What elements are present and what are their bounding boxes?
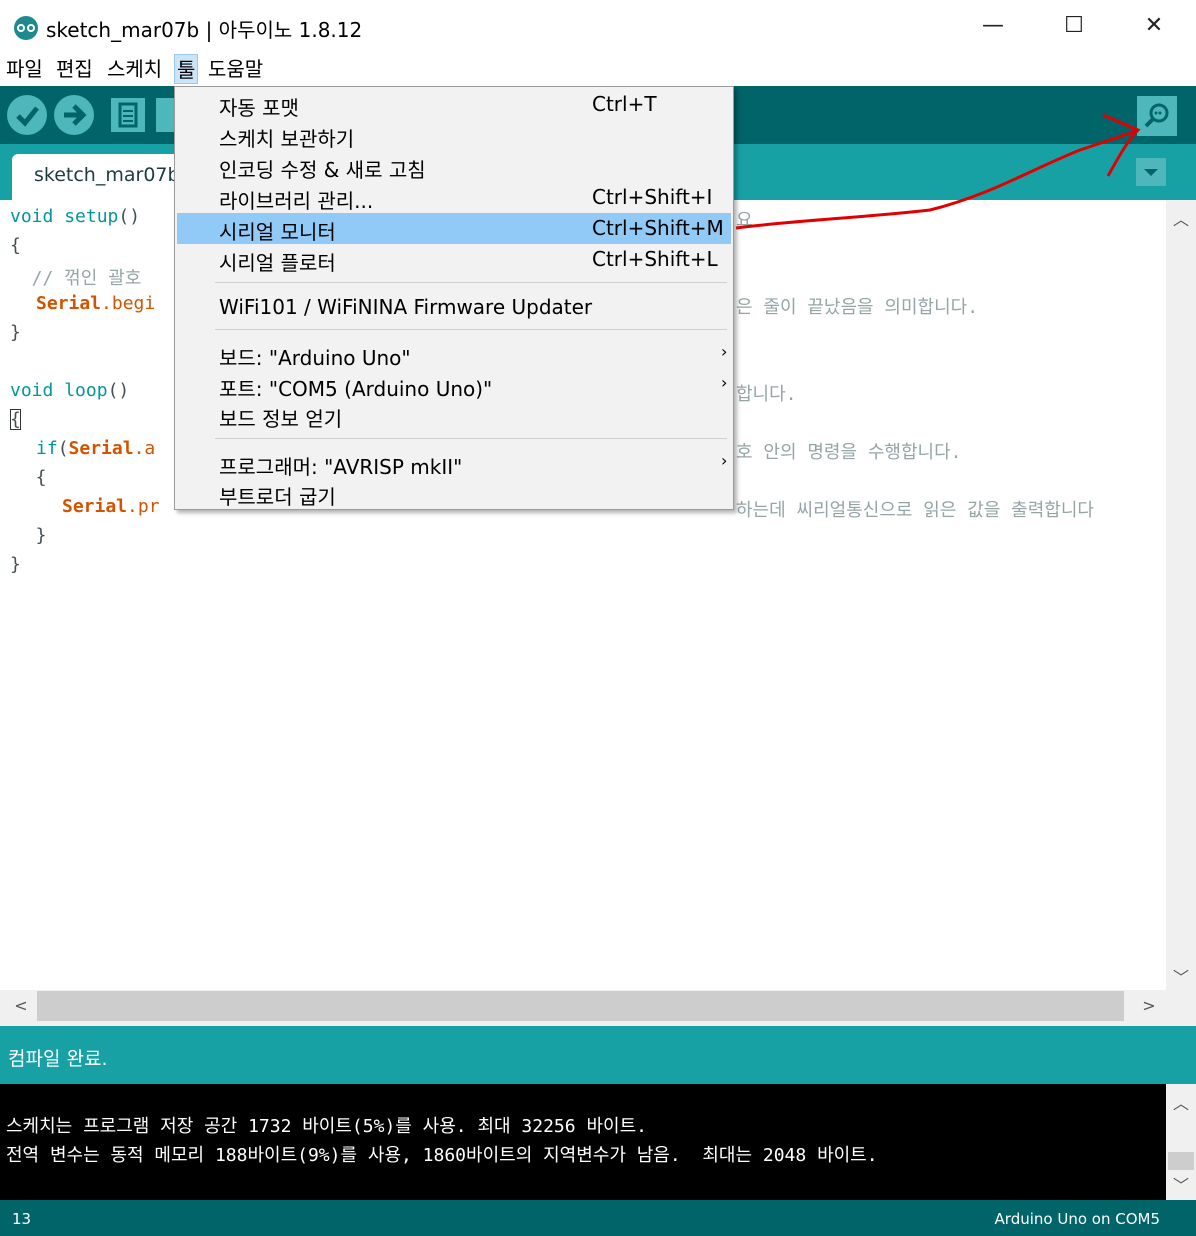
code-comment: // 꺾인 괄호 <box>10 268 142 289</box>
menu-separator <box>215 438 727 439</box>
code-line: } <box>10 322 21 343</box>
code-line: void loop() <box>10 380 130 401</box>
code-comment-fragment: 합니다. <box>736 384 797 405</box>
horizontal-scroll-thumb[interactable] <box>37 991 1124 1021</box>
code-line: { <box>14 467 47 488</box>
console-output: 스케치는 프로그램 저장 공간 1732 바이트(5%)를 사용. 최대 322… <box>0 1084 1166 1200</box>
menu-item-programmer[interactable]: 프로그래머: "AVRISP mkII" › <box>177 448 731 479</box>
menu-item-firmware-updater[interactable]: WiFi101 / WiFiNINA Firmware Updater <box>177 292 731 323</box>
code-line: Serial.pr <box>62 496 160 517</box>
menu-item-board[interactable]: 보드: "Arduino Uno" › <box>177 339 731 370</box>
editor-vertical-scrollbar[interactable]: ︿ ﹀ <box>1166 200 1196 990</box>
status-message: 컴파일 완료. <box>8 1048 108 1070</box>
scroll-left-icon[interactable]: < <box>6 996 36 1015</box>
code-line: Serial.begi <box>36 293 156 314</box>
console-scrollbar[interactable]: ︿ ﹀ <box>1166 1084 1196 1200</box>
console-scroll-thumb[interactable] <box>1168 1152 1194 1170</box>
editor-horizontal-scrollbar[interactable]: < > <box>0 990 1196 1026</box>
board-port-info: Arduino Uno on COM5 <box>994 1210 1160 1228</box>
code-comment-fragment: 호 안의 명령을 수행합니다. <box>736 442 962 463</box>
menu-separator <box>215 329 727 330</box>
code-comment-fragment: 하는데 씨리얼통신으로 읽은 값을 출력합니다 <box>736 500 1094 521</box>
menu-item-burn-bootloader[interactable]: 부트로더 굽기 <box>177 478 731 509</box>
footer-bar: 13 Arduino Uno on COM5 <box>0 1200 1196 1236</box>
code-line: if(Serial.a <box>36 438 156 459</box>
console-line: 전역 변수는 동적 메모리 188바이트(9%)를 사용, 1860바이트의 지… <box>6 1145 878 1166</box>
submenu-arrow-icon: › <box>721 373 728 392</box>
scroll-up-icon[interactable]: ︿ <box>1166 1090 1196 1114</box>
submenu-arrow-icon: › <box>721 342 728 361</box>
line-number: 13 <box>12 1210 32 1228</box>
code-comment-fragment: 은 줄이 끝났음을 의미합니다. <box>736 297 979 318</box>
scroll-down-icon[interactable]: ﹀ <box>1166 1172 1196 1196</box>
menu-separator <box>215 282 727 283</box>
annotation-arrow-icon <box>735 113 1141 230</box>
submenu-arrow-icon: › <box>721 451 728 470</box>
scroll-right-icon[interactable]: > <box>1134 996 1164 1015</box>
menu-item-port[interactable]: 포트: "COM5 (Arduino Uno)" › <box>177 370 731 401</box>
code-line: } <box>14 525 47 546</box>
code-line: { <box>10 409 21 430</box>
scroll-down-icon[interactable]: ﹀ <box>1166 964 1196 988</box>
code-line: } <box>10 554 21 575</box>
menu-item-board-info[interactable]: 보드 정보 얻기 <box>177 400 731 431</box>
console-line: 스케치는 프로그램 저장 공간 1732 바이트(5%)를 사용. 최대 322… <box>6 1116 647 1137</box>
status-bar: 컴파일 완료. <box>0 1026 1196 1084</box>
